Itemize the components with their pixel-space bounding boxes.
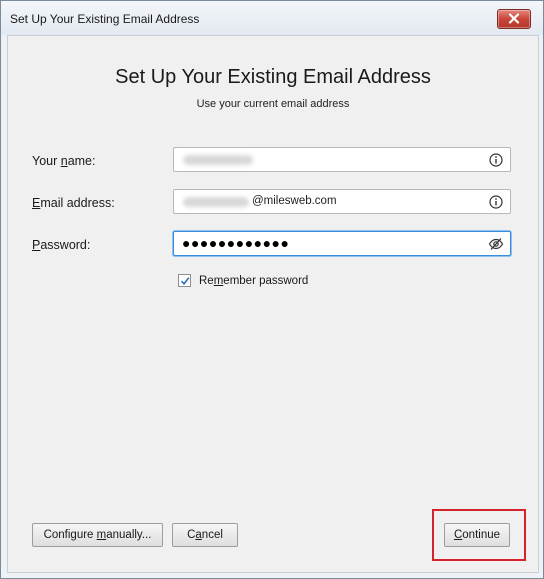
close-button[interactable]: [497, 9, 531, 29]
close-icon: [508, 13, 520, 24]
email-user-redacted: [183, 197, 249, 207]
remember-password-label[interactable]: Remember password: [199, 275, 308, 287]
continue-highlight-box: [432, 509, 526, 561]
password-field[interactable]: ●●●●●●●●●●●●: [173, 231, 511, 256]
remember-password-checkbox[interactable]: [178, 274, 191, 287]
name-field[interactable]: [173, 147, 511, 172]
dialog-content: Set Up Your Existing Email Address Use y…: [7, 35, 539, 573]
email-field[interactable]: @milesweb.com: [173, 189, 511, 214]
dialog-window: Set Up Your Existing Email Address Set U…: [0, 0, 544, 579]
email-domain: @milesweb.com: [252, 195, 337, 207]
dialog-subheading: Use your current email address: [196, 98, 350, 110]
password-masked-value: ●●●●●●●●●●●●: [182, 235, 290, 251]
checkmark-icon: [180, 277, 190, 286]
configure-manually-button[interactable]: Configure manually...: [32, 523, 163, 547]
title-bar[interactable]: Set Up Your Existing Email Address: [1, 1, 543, 35]
email-label: Email address:: [32, 196, 115, 210]
password-label: Password:: [32, 238, 91, 252]
name-label: Your name:: [32, 154, 96, 168]
info-icon[interactable]: [489, 153, 503, 167]
name-value-redacted: [183, 155, 253, 165]
dialog-heading: Set Up Your Existing Email Address: [115, 66, 431, 88]
info-icon[interactable]: [489, 195, 503, 209]
cancel-button[interactable]: Cancel: [172, 523, 238, 547]
window-title: Set Up Your Existing Email Address: [10, 12, 200, 26]
eye-slash-icon[interactable]: [488, 237, 504, 251]
